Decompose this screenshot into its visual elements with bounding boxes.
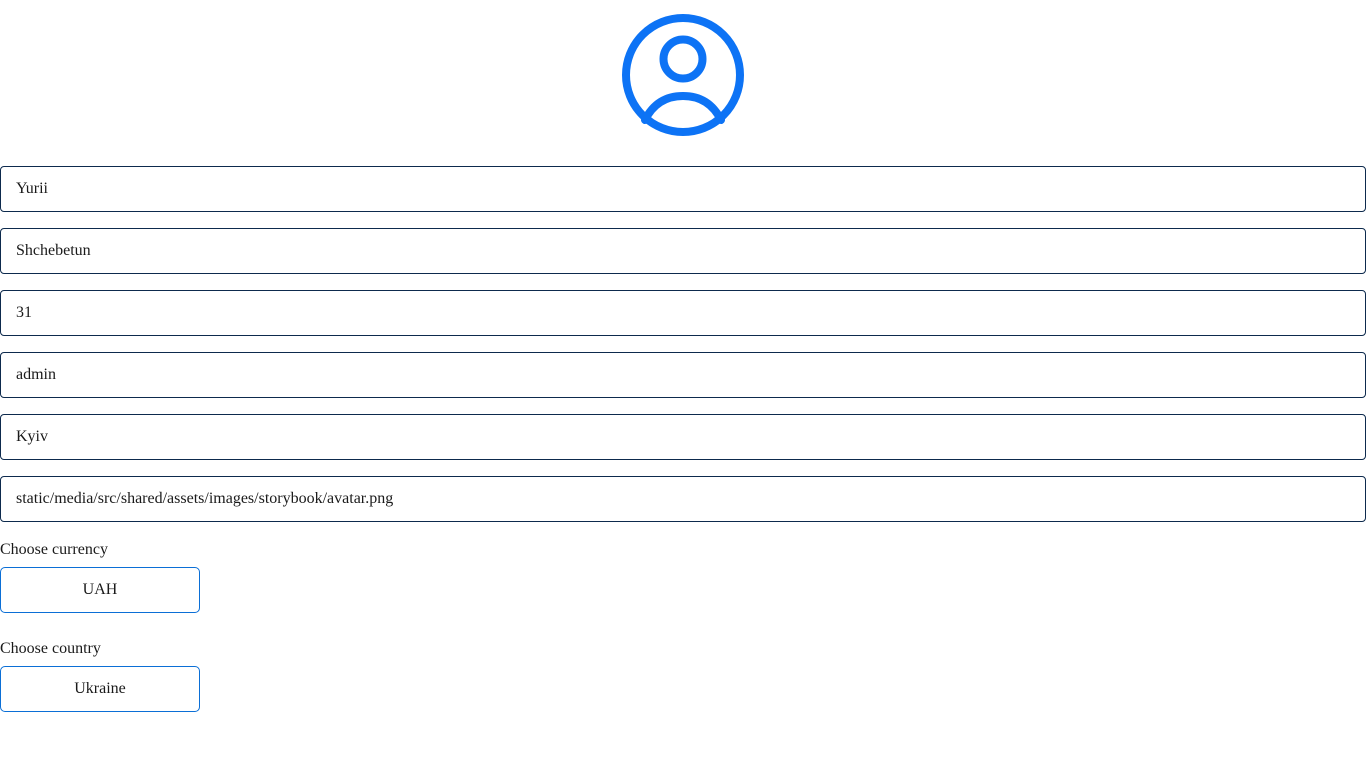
country-selected-value: Ukraine — [74, 680, 126, 697]
country-select-group: Choose country Ukraine — [0, 640, 1366, 712]
currency-selected-value: UAH — [82, 581, 118, 598]
age-input[interactable] — [0, 290, 1366, 336]
currency-label: Choose currency — [0, 541, 108, 558]
last-name-input[interactable] — [0, 228, 1366, 274]
currency-select-group: Choose currency UAH — [0, 541, 1366, 613]
country-select[interactable]: Ukraine — [0, 666, 200, 712]
profile-card: Choose currency UAH Choose country Ukrai… — [0, 0, 1366, 712]
avatar-container — [0, 0, 1366, 150]
avatar-url-input[interactable] — [0, 476, 1366, 522]
user-circle-icon — [622, 14, 744, 136]
first-name-input[interactable] — [0, 166, 1366, 212]
country-label: Choose country — [0, 640, 101, 657]
currency-select[interactable]: UAH — [0, 567, 200, 613]
username-input[interactable] — [0, 352, 1366, 398]
city-input[interactable] — [0, 414, 1366, 460]
